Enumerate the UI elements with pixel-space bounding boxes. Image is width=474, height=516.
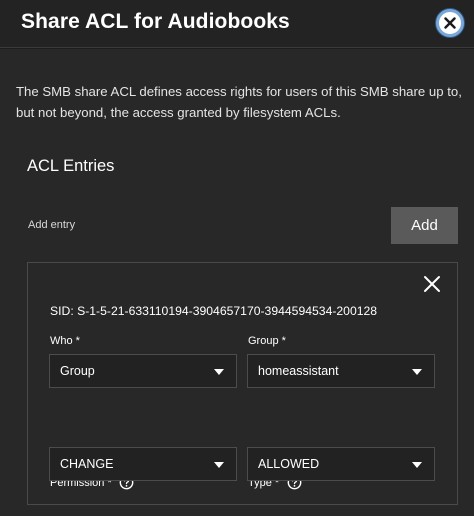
dialog-body: The SMB share ACL defines access rights … <box>0 49 474 516</box>
who-select[interactable]: Group <box>49 354 237 388</box>
chevron-down-icon <box>214 462 224 468</box>
close-icon <box>444 17 456 29</box>
remove-entry-icon[interactable] <box>423 275 441 293</box>
add-entry-button[interactable]: Add <box>391 207 458 244</box>
dialog-title: Share ACL for Audiobooks <box>21 10 290 33</box>
who-select-value: Group <box>60 364 95 378</box>
permission-select-value: CHANGE <box>60 457 114 471</box>
dialog-header: Share ACL for Audiobooks <box>0 0 474 48</box>
who-label: Who * <box>50 335 80 347</box>
type-select-value: ALLOWED <box>258 457 320 471</box>
group-select[interactable]: homeassistant <box>247 354 435 388</box>
group-select-value: homeassistant <box>258 364 339 378</box>
acl-section-title: ACL Entries <box>27 157 115 175</box>
dialog-description: The SMB share ACL defines access rights … <box>16 84 462 120</box>
chevron-down-icon <box>214 369 224 375</box>
entry-sid: SID: S-1-5-21-633110194-3904657170-39445… <box>50 304 378 318</box>
permission-select[interactable]: CHANGE <box>49 447 237 481</box>
chevron-down-icon <box>412 369 422 375</box>
chevron-down-icon <box>412 462 422 468</box>
group-label: Group * <box>248 335 286 347</box>
type-select[interactable]: ALLOWED <box>247 447 435 481</box>
add-entry-label: Add entry <box>28 219 76 231</box>
dialog-close-button[interactable] <box>436 9 464 37</box>
